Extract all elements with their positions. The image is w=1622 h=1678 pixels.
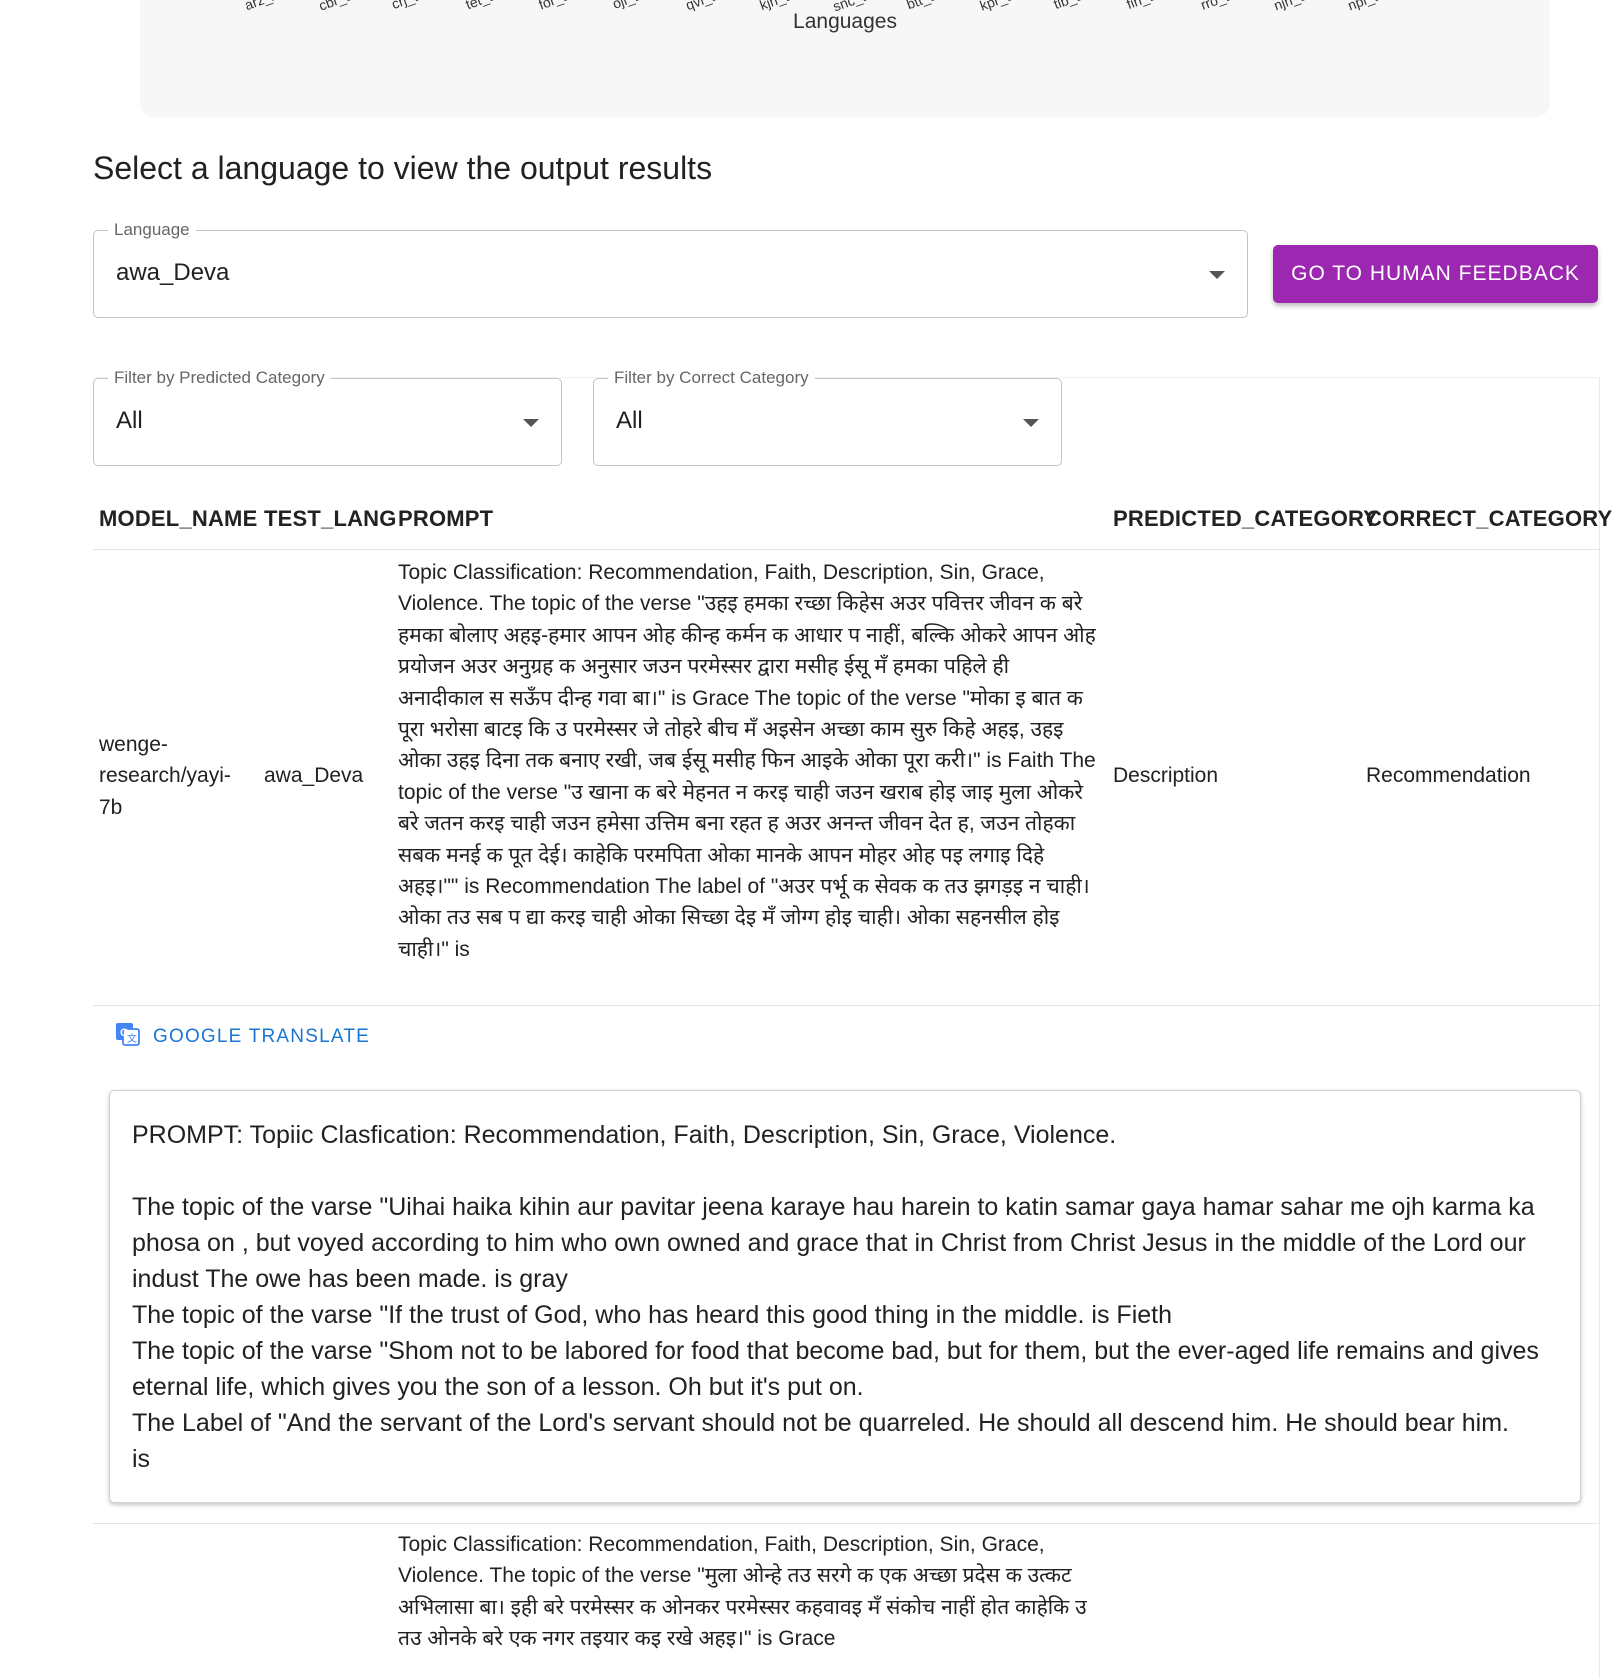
correct-filter-value: All — [616, 407, 643, 434]
header-correct-category[interactable]: CORRECT_CATEGORY — [1366, 506, 1612, 532]
predicted-filter-value: All — [116, 407, 143, 434]
google-translate-button[interactable]: G 文 GOOGLE TRANSLATE — [113, 1020, 370, 1054]
cell-model-name: wenge-research/yayi-7b — [99, 733, 231, 819]
x-axis-title: Languages — [793, 10, 897, 33]
chevron-down-icon — [523, 419, 539, 427]
predicted-category-filter[interactable]: Filter by Predicted Category All — [93, 368, 562, 466]
cell-correct-category: Recommendation — [1366, 764, 1531, 787]
header-test-lang[interactable]: TEST_LANG — [264, 506, 397, 532]
human-feedback-button[interactable]: GO TO HUMAN FEEDBACK — [1273, 245, 1598, 303]
chevron-down-icon — [1209, 271, 1225, 279]
correct-filter-label: Filter by Correct Category — [608, 368, 815, 388]
row-divider — [93, 1005, 1599, 1006]
cell-predicted-category: Description — [1113, 764, 1219, 787]
section-title: Select a language to view the output res… — [93, 150, 713, 186]
correct-category-filter[interactable]: Filter by Correct Category All — [593, 368, 1062, 466]
svg-text:文: 文 — [127, 1032, 138, 1045]
chevron-down-icon — [1023, 419, 1039, 427]
google-translate-icon: G 文 — [113, 1020, 141, 1054]
row-divider — [93, 1523, 1599, 1524]
header-prompt[interactable]: PROMPT — [398, 506, 493, 532]
language-select-value: awa_Deva — [116, 259, 230, 286]
header-predicted-category[interactable]: PREDICTED_CATEGORY — [1113, 506, 1378, 532]
language-select-label: Language — [108, 220, 196, 240]
language-select[interactable]: Language awa_Deva — [93, 220, 1248, 318]
chart-panel: arz_Arcbr_Lacrj_Latet_Lafor_Laoji_Laqvi_… — [140, 0, 1550, 117]
header-model-name[interactable]: MODEL_NAME — [99, 506, 257, 532]
results-table: Filter by Predicted Category All Filter … — [93, 368, 1612, 1678]
header-divider — [93, 549, 1599, 550]
cell-test-lang: awa_Deva — [264, 764, 364, 787]
google-translate-label: GOOGLE TRANSLATE — [153, 1026, 370, 1047]
predicted-filter-label: Filter by Predicted Category — [108, 368, 331, 388]
translation-output: PROMPT: Topiic Clasfication: Recommendat… — [109, 1090, 1581, 1503]
cell-prompt: Topic Classification: Recommendation, Fa… — [398, 561, 1096, 961]
